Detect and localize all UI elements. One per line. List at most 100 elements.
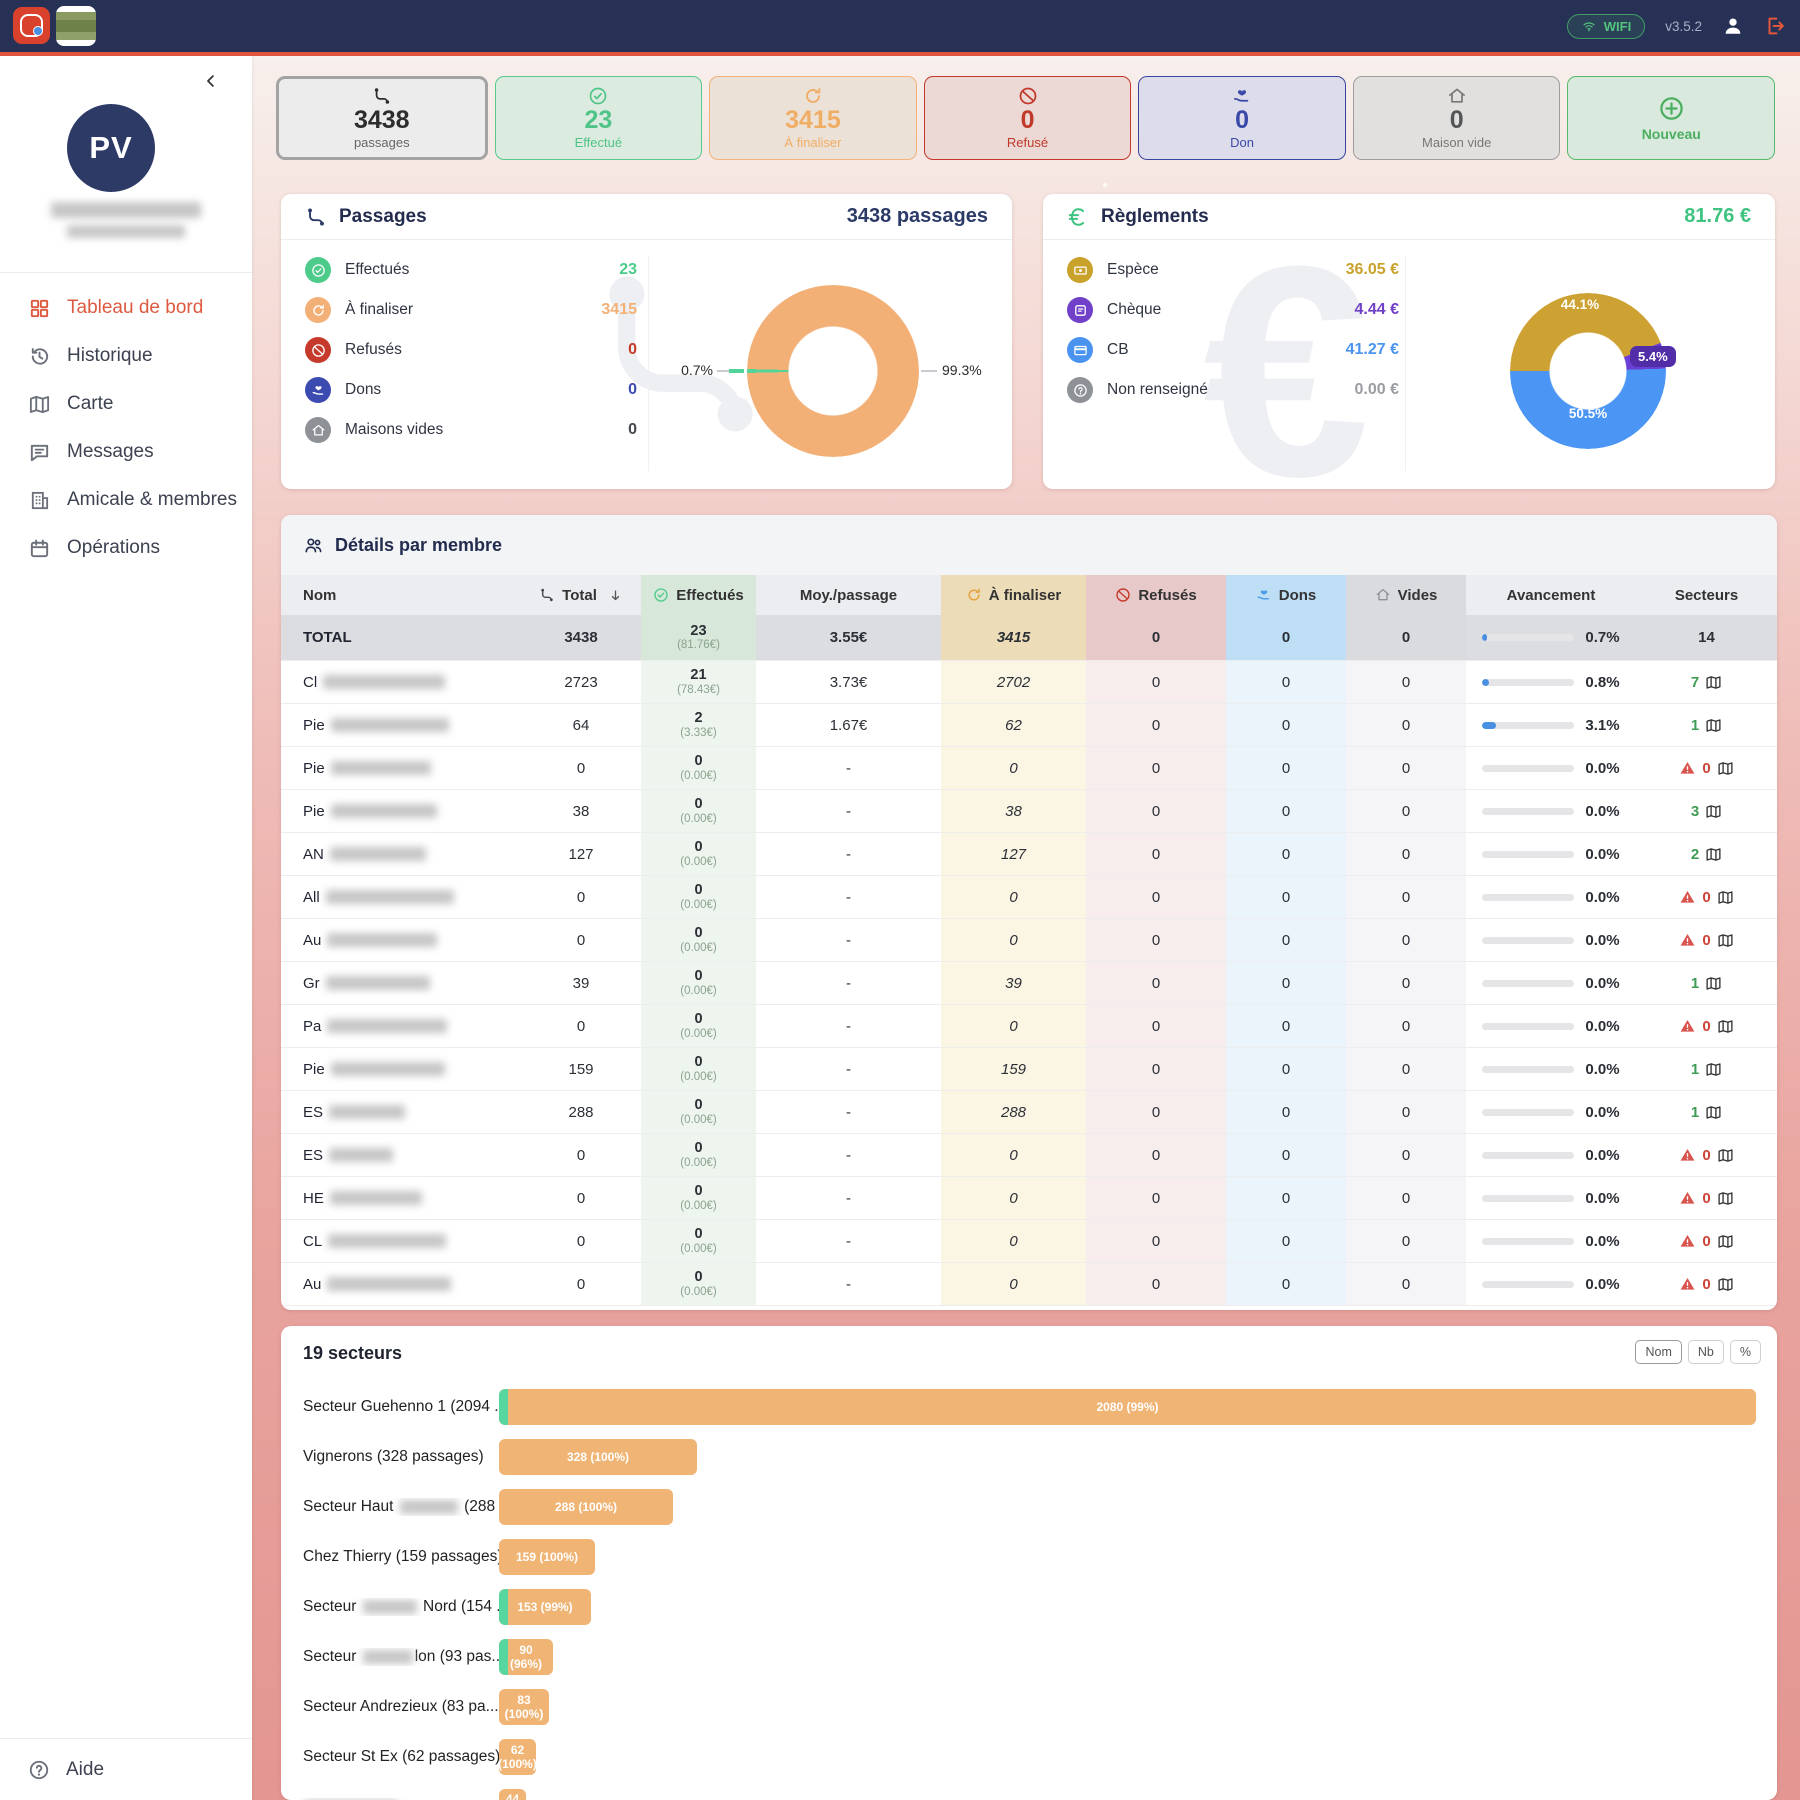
cell-avancement: 0.0% [1466, 747, 1636, 790]
avancement-value: 0.0% [1585, 932, 1619, 949]
table-row[interactable]: Cl272321(78.43€)3.73€27020000.8%7 [281, 661, 1777, 704]
check-icon [653, 587, 669, 603]
sector-bar-value: 159 (100%) [516, 1550, 578, 1564]
cell-dons: 0 [1226, 747, 1346, 790]
sectors-sort-nom[interactable]: Nom [1635, 1340, 1681, 1364]
column-header-refus-s[interactable]: Refusés [1086, 575, 1226, 615]
table-row[interactable]: Pa00(0.00€)-00000.0%0 [281, 1005, 1777, 1048]
user-account-icon[interactable] [1722, 15, 1744, 37]
column-header-moy-passage[interactable]: Moy./passage [756, 575, 941, 615]
cell-total: 0 [521, 1263, 641, 1306]
sidebar-item-amicale-membres[interactable]: Amicale & membres [0, 476, 252, 524]
passages-donut-chart [747, 285, 919, 457]
sector-row[interactable]: Secteur Nord (154 ...153 (99%) [281, 1582, 1777, 1632]
logout-icon[interactable] [1764, 15, 1786, 37]
table-row[interactable]: ES00(0.00€)-00000.0%0 [281, 1134, 1777, 1177]
column-header-secteurs[interactable]: Secteurs [1636, 575, 1777, 615]
cell-refuses: 0 [1086, 833, 1226, 876]
column-header-nom[interactable]: Nom [281, 575, 521, 615]
sectors-sort-nb[interactable]: Nb [1688, 1340, 1724, 1364]
hand-icon [1232, 86, 1252, 106]
sector-row[interactable]: Secteur Guehenno 1 (2094 ...2080 (99%) [281, 1382, 1777, 1432]
cell-a-finaliser: 288 [941, 1091, 1086, 1134]
column-header-vides[interactable]: Vides [1346, 575, 1466, 615]
sectors-sort-pct[interactable]: % [1730, 1340, 1761, 1364]
sidebar-divider [0, 272, 252, 273]
stat-card-passages[interactable]: 3438passages [276, 76, 488, 160]
member-name-redacted [327, 933, 437, 947]
sector-row[interactable]: Secteur St Ex (62 passages)62 (100%) [281, 1732, 1777, 1782]
breakdown-label: Chèque [1107, 301, 1161, 319]
table-row[interactable]: ES2880(0.00€)-2880000.0%1 [281, 1091, 1777, 1134]
cell-a-finaliser: 39 [941, 962, 1086, 1005]
cell-vides: 0 [1346, 919, 1466, 962]
sidebar-item-historique[interactable]: Historique [0, 332, 252, 380]
app-logo-icon[interactable] [13, 7, 50, 44]
table-row[interactable]: Pie1590(0.00€)-1590000.0%1 [281, 1048, 1777, 1091]
table-row[interactable]: Au00(0.00€)-00000.0%0 [281, 1263, 1777, 1306]
sidebar-item-messages[interactable]: Messages [0, 428, 252, 476]
member-name-prefix: Pie [303, 803, 325, 820]
sector-row[interactable]: 44 (1 [281, 1782, 1777, 1800]
cell-moy-passage: - [756, 1005, 941, 1048]
table-row[interactable]: Gr390(0.00€)-390000.0%1 [281, 962, 1777, 1005]
table-row[interactable]: AN1270(0.00€)-1270000.0%2 [281, 833, 1777, 876]
table-row[interactable]: Pie00(0.00€)-00000.0%0 [281, 747, 1777, 790]
route-icon [305, 206, 327, 228]
sector-row[interactable]: Vignerons (328 passages)328 (100%) [281, 1432, 1777, 1482]
amicale-photo-thumbnail[interactable] [56, 6, 96, 46]
column-header-total[interactable]: Total [521, 575, 641, 615]
sector-row[interactable]: Secteur Haut (288 ...288 (100%) [281, 1482, 1777, 1532]
sidebar-item-tableau-de-bord[interactable]: Tableau de bord [0, 284, 252, 332]
stat-card-nouveau[interactable]: Nouveau [1567, 76, 1775, 160]
sidebar-collapse-button[interactable] [202, 68, 228, 94]
breakdown-banknote-icon [1067, 257, 1093, 283]
column-header-dons[interactable]: Dons [1226, 575, 1346, 615]
column-header--finaliser[interactable]: À finaliser [941, 575, 1086, 615]
table-row[interactable]: Au00(0.00€)-00000.0%0 [281, 919, 1777, 962]
table-row[interactable]: HE00(0.00€)-00000.0%0 [281, 1177, 1777, 1220]
stat-card--finaliser[interactable]: 3415À finaliser [709, 76, 917, 160]
breakdown-cheque-icon [1067, 297, 1093, 323]
sidebar-item-carte[interactable]: Carte [0, 380, 252, 428]
sector-label: Secteur Nord (154 ... [281, 1598, 499, 1616]
donut-label-espece: 44.1% [1540, 297, 1620, 312]
sector-row[interactable]: Secteur lon (93 pas...90 (96%) [281, 1632, 1777, 1682]
table-row[interactable]: Pie642(3.33€)1.67€620003.1%1 [281, 704, 1777, 747]
home-icon [311, 423, 326, 438]
cell-dons: 0 [1226, 962, 1346, 1005]
column-header-effectu-s[interactable]: Effectués [641, 575, 756, 615]
sector-bar: 159 (100%) [499, 1539, 595, 1575]
stat-card-maison-vide[interactable]: 0Maison vide [1353, 76, 1561, 160]
table-row-total[interactable]: TOTAL343823(81.76€)3.55€34150000.7%14 [281, 615, 1777, 661]
effectues-count: 0 [694, 1269, 702, 1286]
sector-row[interactable]: Secteur Andrezieux (83 pa...83 (100%) [281, 1682, 1777, 1732]
breakdown-value: 0 [628, 341, 637, 359]
effectues-count: 21 [690, 667, 706, 684]
sector-row[interactable]: Chez Thierry (159 passages)159 (100%) [281, 1532, 1777, 1582]
sidebar-item-aide[interactable]: Aide [0, 1738, 252, 1800]
table-row[interactable]: CL00(0.00€)-00000.0%0 [281, 1220, 1777, 1263]
stat-card-don[interactable]: 0Don [1138, 76, 1346, 160]
secteurs-count: 1 [1691, 717, 1699, 734]
cell-refuses: 0 [1086, 919, 1226, 962]
stat-card-refus-[interactable]: 0Refusé [924, 76, 1132, 160]
stat-card-value: 23 [584, 107, 612, 133]
cell-dons: 0 [1226, 833, 1346, 876]
breakdown-label: Refusés [345, 341, 402, 359]
cell-vides: 0 [1346, 1220, 1466, 1263]
cell-refuses: 0 [1086, 1091, 1226, 1134]
column-header-avancement[interactable]: Avancement [1466, 575, 1636, 615]
cell-avancement: 0.0% [1466, 1005, 1636, 1048]
secteurs-count: 1 [1691, 1061, 1699, 1078]
stat-card-effectu-[interactable]: 23Effectué [495, 76, 703, 160]
sidebar-item-op-rations[interactable]: Opérations [0, 524, 252, 572]
table-row[interactable]: All00(0.00€)-00000.0%0 [281, 876, 1777, 919]
cell-secteurs: 1 [1636, 962, 1777, 1005]
sector-bar-zone: 44 (1 [499, 1789, 1777, 1800]
home-icon [1447, 86, 1467, 106]
table-row[interactable]: Pie380(0.00€)-380000.0%3 [281, 790, 1777, 833]
avatar[interactable]: PV [67, 104, 155, 192]
sector-bar: 83 (100%) [499, 1689, 549, 1725]
cell-moy-passage: 3.73€ [756, 661, 941, 704]
